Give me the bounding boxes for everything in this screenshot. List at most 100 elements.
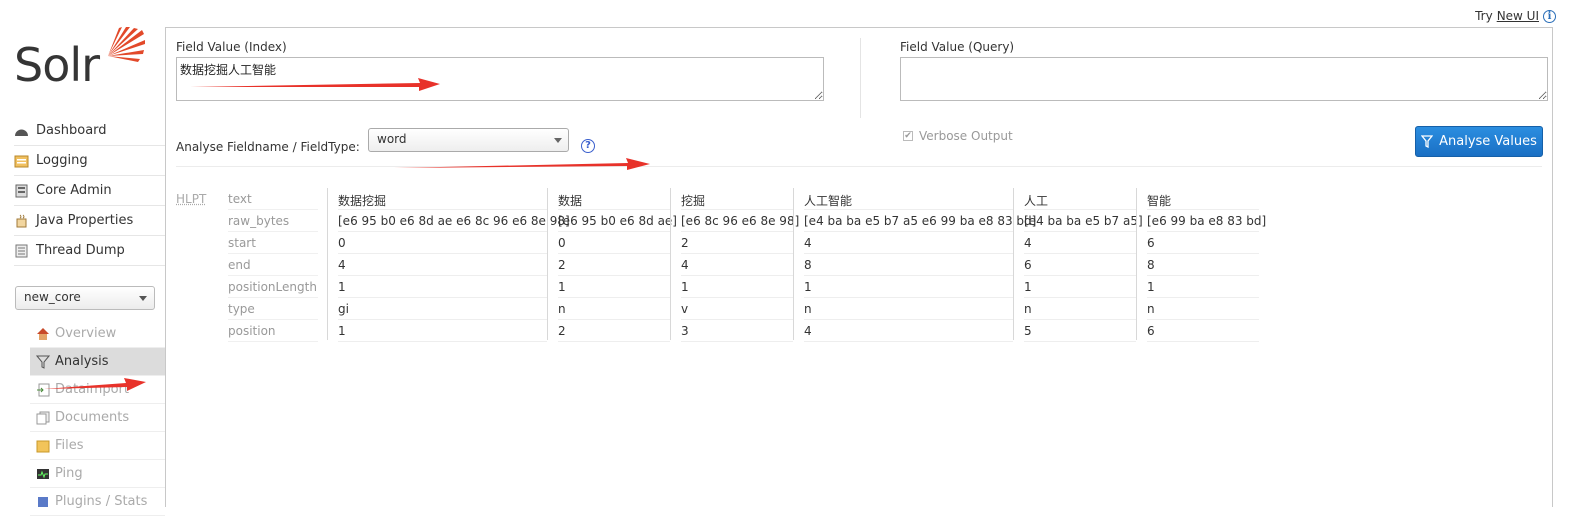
token-start: 6: [1147, 232, 1259, 254]
token-end: 4: [681, 254, 793, 276]
nav-dashboard[interactable]: Dashboard: [14, 116, 165, 146]
home-icon: [36, 327, 50, 341]
ping-icon: [36, 467, 50, 481]
verbose-output-toggle[interactable]: ✔ Verbose Output: [903, 129, 1013, 143]
fieldtype-select[interactable]: word: [368, 128, 569, 152]
token-position-length: 1: [338, 276, 547, 298]
try-prefix: Try: [1475, 9, 1493, 23]
chevron-down-icon: [554, 138, 562, 143]
core-selector[interactable]: new_core: [15, 286, 155, 310]
token-position: 5: [1024, 320, 1136, 342]
verbose-checkbox[interactable]: ✔: [903, 131, 913, 141]
token-end: 8: [804, 254, 1013, 276]
token-column: 人工智能 [e4 ba ba e5 b7 a5 e6 99 ba e8 83 b…: [793, 188, 1036, 342]
token-text: 挖掘: [681, 188, 793, 210]
core-nav-overview[interactable]: Overview: [30, 320, 165, 348]
core-nav-documents[interactable]: Documents: [30, 404, 165, 432]
nav-logging[interactable]: Logging: [14, 146, 165, 176]
token-end: 2: [558, 254, 670, 276]
token-start: 0: [558, 232, 670, 254]
verbose-label: Verbose Output: [919, 129, 1013, 143]
core-nav-label: Overview: [55, 326, 117, 341]
token-text: 数据: [558, 188, 670, 210]
help-icon[interactable]: ?: [581, 139, 595, 153]
core-nav: Overview Analysis Dataimport Documents F…: [30, 320, 165, 516]
token-column: 数据挖掘 [e6 95 b0 e6 8d ae e6 8c 96 e6 8e 9…: [327, 188, 570, 342]
divider: [860, 38, 861, 118]
analysis-panel: Field Value (Index) 数据挖掘人工智能 Field Value…: [165, 27, 1553, 507]
nav-thread-dump[interactable]: Thread Dump: [14, 236, 165, 266]
token-position: 2: [558, 320, 670, 342]
funnel-icon: [35, 355, 51, 369]
core-nav-files[interactable]: Files: [30, 432, 165, 460]
core-admin-icon: [14, 184, 29, 198]
token-raw-bytes: [e6 95 b0 e6 8d ae]: [558, 210, 677, 232]
token-position-length: 1: [681, 276, 793, 298]
new-ui-link[interactable]: New UI: [1497, 9, 1539, 23]
token-raw-bytes: [e6 99 ba e8 83 bd]: [1147, 210, 1266, 232]
tokenizer-abbr[interactable]: HLPT: [176, 192, 206, 206]
core-nav-label: Ping: [55, 466, 83, 481]
token-position: 6: [1147, 320, 1259, 342]
fieldtype-label: Analyse Fieldname / FieldType:: [176, 140, 360, 154]
property-name: type: [228, 298, 318, 320]
nav-core-admin[interactable]: Core Admin: [14, 176, 165, 206]
funnel-icon: [1421, 135, 1434, 148]
analyse-values-button[interactable]: Analyse Values: [1415, 126, 1543, 157]
solr-logo[interactable]: Solr: [14, 26, 145, 96]
core-nav-label: Plugins / Stats: [55, 494, 148, 509]
documents-icon: [36, 411, 50, 425]
token-type: n: [558, 298, 670, 320]
thread-dump-icon: [14, 244, 29, 258]
nav-label: Core Admin: [36, 183, 112, 198]
token-text: 智能: [1147, 188, 1259, 210]
token-start: 4: [804, 232, 1013, 254]
token-type: n: [1147, 298, 1259, 320]
fieldtype-value: word: [377, 132, 407, 146]
nav-label: Logging: [36, 153, 88, 168]
query-field-input[interactable]: [900, 57, 1548, 101]
token-end: 4: [338, 254, 547, 276]
property-name: text: [228, 188, 318, 210]
token-type: n: [804, 298, 1013, 320]
dashboard-icon: [14, 124, 29, 138]
token-start: 0: [338, 232, 547, 254]
core-nav-plugins[interactable]: Plugins / Stats: [30, 488, 165, 516]
core-nav-label: Analysis: [55, 354, 109, 369]
token-type: n: [1024, 298, 1136, 320]
annotation-arrow-icon: [190, 78, 440, 91]
token-raw-bytes: [e6 95 b0 e6 8d ae e6 8c 96 e6 8e 98]: [338, 210, 570, 232]
annotation-arrow-icon: [44, 378, 146, 391]
main-nav: Dashboard Logging Core Admin Java Proper…: [14, 116, 165, 266]
core-nav-analysis[interactable]: Analysis: [30, 348, 165, 376]
property-name: raw_bytes: [228, 210, 318, 232]
query-field-label: Field Value (Query): [900, 40, 1015, 54]
nav-label: Thread Dump: [36, 243, 125, 258]
info-icon[interactable]: i: [1543, 9, 1556, 23]
property-name: positionLength: [228, 276, 318, 298]
token-end: 8: [1147, 254, 1259, 276]
token-end: 6: [1024, 254, 1136, 276]
analyse-button-label: Analyse Values: [1439, 134, 1537, 149]
token-position-length: 1: [804, 276, 1013, 298]
token-start: 4: [1024, 232, 1136, 254]
nav-java-properties[interactable]: Java Properties: [14, 206, 165, 236]
token-raw-bytes: [e6 8c 96 e6 8e 98]: [681, 210, 799, 232]
annotation-arrow-icon: [394, 158, 650, 170]
token-position: 3: [681, 320, 793, 342]
token-column: 挖掘 [e6 8c 96 e6 8e 98] 2 4 1 v 3: [670, 188, 799, 342]
divider: [176, 166, 1542, 167]
sidebar: Solr Dashboard Logging Core Admin Java P…: [0, 0, 165, 516]
logo-text: Solr: [14, 38, 100, 92]
token-position-length: 1: [1147, 276, 1259, 298]
token-position-length: 1: [1024, 276, 1136, 298]
try-new-ui: Try New UI i: [1475, 9, 1556, 23]
property-name: start: [228, 232, 318, 254]
logging-icon: [14, 154, 29, 168]
token-position: 1: [338, 320, 547, 342]
java-icon: [14, 214, 29, 228]
core-nav-ping[interactable]: Ping: [30, 460, 165, 488]
plugins-icon: [36, 495, 50, 509]
token-raw-bytes: [e4 ba ba e5 b7 a5 e6 99 ba e8 83 bd]: [804, 210, 1036, 232]
token-position: 4: [804, 320, 1013, 342]
